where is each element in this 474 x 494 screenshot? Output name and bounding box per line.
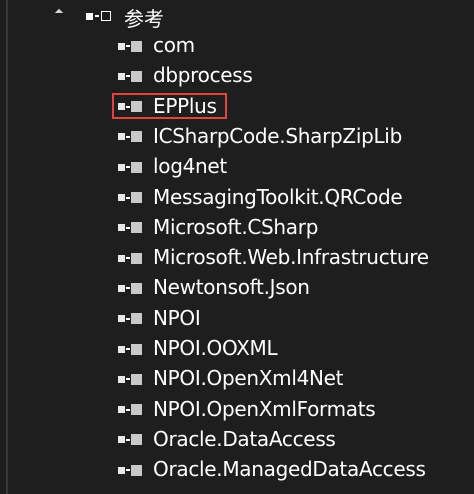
- reference-icon: [118, 313, 142, 325]
- reference-icon: [118, 282, 142, 294]
- reference-icon: [118, 101, 142, 113]
- reference-label: Newtonsoft.Json: [153, 275, 310, 300]
- reference-label: Oracle.DataAccess: [153, 426, 336, 451]
- reference-item[interactable]: Microsoft.Web.Infrastructure: [0, 243, 474, 273]
- reference-icon: [118, 40, 142, 52]
- reference-item[interactable]: Oracle.ManagedDataAccess: [0, 455, 474, 485]
- reference-icon: [118, 192, 142, 204]
- reference-icon: [118, 373, 142, 385]
- reference-label: log4net: [153, 154, 227, 179]
- reference-item[interactable]: Newtonsoft.Json: [0, 273, 474, 303]
- reference-item[interactable]: MessagingToolkit.QRCode: [0, 183, 474, 213]
- reference-icon: [118, 161, 142, 173]
- references-folder-node[interactable]: 参考: [0, 1, 474, 31]
- reference-label: NPOI.OpenXmlFormats: [153, 396, 376, 421]
- reference-item[interactable]: com: [0, 31, 474, 61]
- reference-label: Oracle.ManagedDataAccess: [153, 457, 426, 482]
- reference-icon: [118, 464, 142, 476]
- reference-label: com: [153, 33, 195, 57]
- references-folder-label: 参考: [124, 7, 164, 31]
- reference-label: ICSharpCode.SharpZipLib: [153, 123, 402, 148]
- reference-icon: [118, 404, 142, 416]
- reference-label: Microsoft.Web.Infrastructure: [153, 245, 429, 270]
- reference-item[interactable]: NPOI.OpenXmlFormats: [0, 395, 474, 425]
- reference-item[interactable]: EPPlus: [0, 92, 474, 122]
- expanded-triangle-icon[interactable]: [54, 8, 64, 18]
- reference-label: MessagingToolkit.QRCode: [153, 184, 403, 209]
- reference-item[interactable]: dbprocess: [0, 61, 474, 91]
- reference-item[interactable]: NPOI.OOXML: [0, 334, 474, 364]
- reference-item[interactable]: Oracle.DataAccess: [0, 425, 474, 455]
- reference-icon: [118, 434, 142, 446]
- reference-label: EPPlus: [153, 93, 217, 118]
- reference-label: Microsoft.CSharp: [153, 214, 319, 239]
- reference-icon: [118, 252, 142, 264]
- reference-label: NPOI.OOXML: [153, 336, 278, 360]
- reference-icon: [118, 70, 142, 82]
- reference-label: NPOI: [153, 305, 201, 330]
- reference-icon: [118, 131, 142, 143]
- references-folder-icon: [86, 9, 116, 23]
- reference-item[interactable]: NPOI.OpenXml4Net: [0, 364, 474, 394]
- reference-icon: [118, 222, 142, 234]
- reference-label: dbprocess: [153, 63, 253, 88]
- reference-label: NPOI.OpenXml4Net: [153, 366, 344, 391]
- reference-item[interactable]: log4net: [0, 152, 474, 182]
- reference-item[interactable]: NPOI: [0, 304, 474, 334]
- reference-icon: [118, 343, 142, 355]
- reference-item[interactable]: Microsoft.CSharp: [0, 213, 474, 243]
- reference-item[interactable]: ICSharpCode.SharpZipLib: [0, 122, 474, 152]
